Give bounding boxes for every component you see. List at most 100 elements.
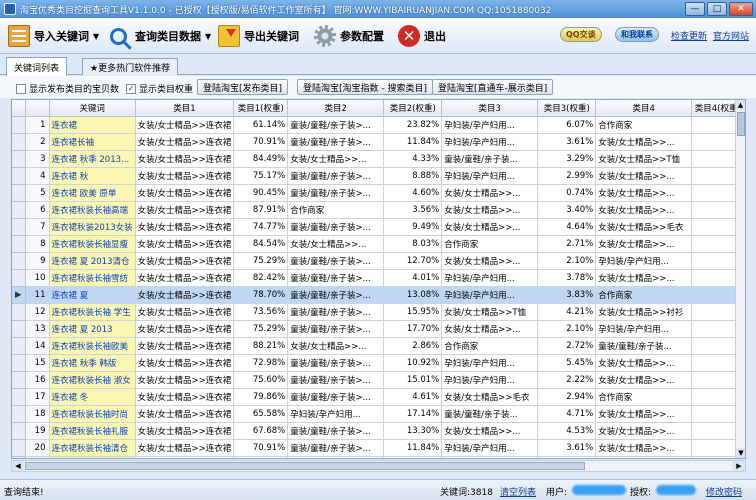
row-indicator[interactable] <box>12 201 26 219</box>
table-cell[interactable]: 孕妇装/孕产妇用... <box>441 439 539 457</box>
table-cell[interactable]: 4.01% <box>383 269 443 287</box>
search-category-button[interactable]: 查询类目数据 ▼ <box>110 22 211 50</box>
row-number[interactable]: 3 <box>25 150 50 168</box>
table-cell[interactable]: 女装/女士精品>>连衣裙 <box>135 150 235 168</box>
keyword-cell[interactable]: 连衣裙 秋 <box>49 167 136 185</box>
table-cell[interactable]: 8.88% <box>383 167 443 185</box>
table-cell[interactable]: 孕妇装/孕产妇用... <box>441 286 539 304</box>
table-cell[interactable]: 15.95% <box>383 303 443 321</box>
table-cell[interactable]: 童装/童鞋/亲子装>... <box>287 354 385 372</box>
table-cell[interactable]: 女装/女士精品>>... <box>441 252 539 270</box>
table-cell[interactable]: 87.91% <box>233 201 289 219</box>
table-cell[interactable]: 童装/童鞋/亲子装>... <box>287 116 385 134</box>
table-cell[interactable]: 合作商家 <box>441 235 539 253</box>
table-cell[interactable]: 84.54% <box>233 235 289 253</box>
keyword-cell[interactable]: 连衣裙秋装长袖 学生 <box>49 303 136 321</box>
table-cell[interactable]: 孕妇装/孕产妇用... <box>441 269 539 287</box>
keyword-cell[interactable]: 连衣裙 <box>49 116 136 134</box>
row-number[interactable]: 11 <box>25 286 50 304</box>
table-cell[interactable]: 0.74% <box>537 184 597 202</box>
table-cell[interactable]: 女装/女士精品>>... <box>287 150 385 168</box>
table-cell[interactable]: 孕妇装/孕产妇用... <box>595 252 693 270</box>
qq-chat-button[interactable]: QQ交谈 <box>560 27 602 42</box>
table-cell[interactable]: 2.10% <box>537 252 597 270</box>
table-row[interactable]: 6 连衣裙秋装长袖高端 女装/女士精品>>连衣裙 87.91% 合作商家 3.56% 女装/… <box>12 201 745 219</box>
table-cell[interactable]: 17.70% <box>383 320 443 338</box>
keyword-cell[interactable]: 连衣裙 夏 <box>49 286 136 304</box>
table-cell[interactable]: 72.98% <box>233 354 289 372</box>
table-cell[interactable]: 3.83% <box>537 286 597 304</box>
table-row[interactable]: 4 连衣裙 秋女装/女士精品>>连衣裙 75.17% 童装/童鞋/亲子装>... 8.8… <box>12 167 745 185</box>
table-cell[interactable]: 女装/女士精品>>... <box>287 235 385 253</box>
table-cell[interactable]: 4.33% <box>383 150 443 168</box>
table-cell[interactable]: 女装/女士精品>>... <box>441 201 539 219</box>
table-row[interactable]: 13 连衣裙 夏 2013 女装/女士精品>>连衣裙 75.29% 童装/童鞋/亲子装>… <box>12 320 745 338</box>
table-cell[interactable]: 88.21% <box>233 337 289 355</box>
table-cell[interactable]: 75.29% <box>233 252 289 270</box>
column-header[interactable] <box>12 100 26 117</box>
table-cell[interactable]: 5.45% <box>537 354 597 372</box>
login-taobao-publish-button[interactable]: 登陆淘宝[发布类目] <box>197 79 289 95</box>
column-header[interactable]: 关键词 <box>49 100 136 117</box>
table-cell[interactable]: 75.60% <box>233 371 289 389</box>
table-cell[interactable]: 61.14% <box>233 116 289 134</box>
table-cell[interactable]: 70.91% <box>233 133 289 151</box>
table-cell[interactable]: 女装/女士精品>>... <box>595 422 693 440</box>
table-cell[interactable]: 童装/童鞋/亲子装>... <box>287 184 385 202</box>
table-row[interactable]: 12 连衣裙秋装长袖 学生 女装/女士精品>>连衣裙 73.56% 童装/童鞋/亲子装>… <box>12 303 745 321</box>
column-header[interactable] <box>25 100 50 117</box>
table-cell[interactable]: 13.30% <box>383 422 443 440</box>
table-cell[interactable]: 孕妇装/孕产妇用... <box>441 167 539 185</box>
table-cell[interactable]: 4.60% <box>383 184 443 202</box>
table-cell[interactable]: 女装/女士精品>>... <box>595 439 693 457</box>
keyword-cell[interactable]: 连衣裙秋装长袖高端 <box>49 201 136 219</box>
table-cell[interactable]: 4.21% <box>537 303 597 321</box>
row-indicator[interactable] <box>12 184 26 202</box>
table-cell[interactable]: 女装/女士精品>>连衣裙 <box>135 116 235 134</box>
table-cell[interactable]: 女装/女士精品>>... <box>595 456 693 458</box>
table-cell[interactable]: 4.64% <box>537 218 597 236</box>
keyword-cell[interactable]: 连衣裙秋装长袖礼服 <box>49 422 136 440</box>
row-number[interactable]: 16 <box>25 371 50 389</box>
row-indicator[interactable] <box>12 167 26 185</box>
table-cell[interactable]: 合作商家 <box>595 286 693 304</box>
table-cell[interactable]: 女装/女士精品>>... <box>441 218 539 236</box>
contact-me-button[interactable]: 和我联系 <box>615 27 659 42</box>
table-row[interactable]: 14 连衣裙秋装长袖欧美 女装/女士精品>>连衣裙 88.21% 女装/女士精品>>..… <box>12 337 745 355</box>
keyword-cell[interactable]: 连衣裙长袖 <box>49 133 136 151</box>
table-row[interactable]: 20 连衣裙秋装长袖清仓 女装/女士精品>>连衣裙 70.91% 童装/童鞋/亲子装>.… <box>12 439 745 457</box>
maximize-button[interactable]: □ <box>707 2 727 16</box>
table-cell[interactable]: 2.99% <box>537 167 597 185</box>
table-row[interactable]: 18 连衣裙秋装长袖时尚 女装/女士精品>>连衣裙 65.58% 孕妇装/孕产妇用...… <box>12 405 745 423</box>
table-cell[interactable]: 23.82% <box>383 116 443 134</box>
row-number[interactable]: 7 <box>25 218 50 236</box>
table-cell[interactable]: 孕妇装/孕产妇用... <box>441 371 539 389</box>
table-cell[interactable]: 70.91% <box>233 456 289 458</box>
table-cell[interactable]: 女装/女士精品>>衬衫 <box>595 303 693 321</box>
keyword-cell[interactable]: 连衣裙秋装长袖雪纺 <box>49 269 136 287</box>
row-number[interactable]: 14 <box>25 337 50 355</box>
table-cell[interactable]: 84.49% <box>233 150 289 168</box>
row-indicator[interactable] <box>12 439 26 457</box>
table-cell[interactable]: 童装/童鞋/亲子装>... <box>287 303 385 321</box>
row-indicator[interactable] <box>12 354 26 372</box>
table-cell[interactable]: 11.84% <box>383 439 443 457</box>
tab-keyword-list[interactable]: 关键词列表 <box>6 57 68 76</box>
table-cell[interactable]: 2.86% <box>383 337 443 355</box>
table-cell[interactable]: 女装/女士精品>>连衣裙 <box>135 320 235 338</box>
row-indicator[interactable] <box>12 235 26 253</box>
table-cell[interactable]: 童装/童鞋/亲子装>... <box>287 456 385 458</box>
keyword-cell[interactable]: 连衣裙秋装长袖秒杀 <box>49 456 136 458</box>
table-cell[interactable]: 女装/女士精品>>连衣裙 <box>135 354 235 372</box>
table-cell[interactable]: 2.10% <box>537 320 597 338</box>
table-cell[interactable]: 82.42% <box>233 269 289 287</box>
keyword-cell[interactable]: 连衣裙秋装长袖 淑女 <box>49 371 136 389</box>
row-number[interactable]: 10 <box>25 269 50 287</box>
change-password-link[interactable]: 修改密码 <box>706 485 742 498</box>
table-cell[interactable]: 4.61% <box>383 388 443 406</box>
import-keywords-button[interactable]: 导入关键词 ▼ <box>8 22 99 50</box>
table-cell[interactable]: 合作商家 <box>595 116 693 134</box>
table-cell[interactable]: 孕妇装/孕产妇用... <box>595 320 693 338</box>
table-cell[interactable]: 3.61% <box>537 133 597 151</box>
table-cell[interactable]: 童装/童鞋/亲子装>... <box>287 218 385 236</box>
